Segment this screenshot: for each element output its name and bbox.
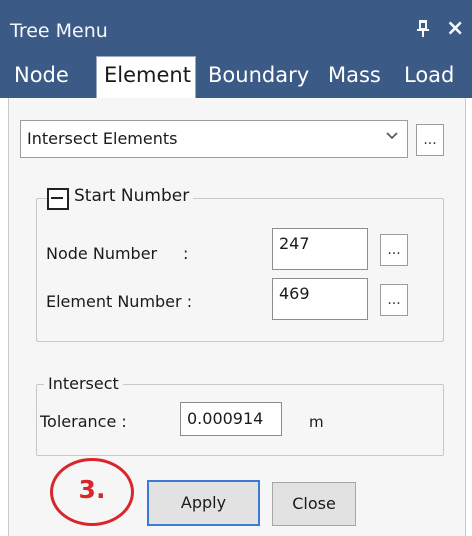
tab-element[interactable]: Element (104, 63, 191, 87)
apply-button[interactable]: Apply (147, 480, 260, 526)
tolerance-field[interactable]: 0.000914 (180, 402, 282, 436)
element-number-field[interactable]: 469 (272, 278, 368, 320)
tab-load[interactable]: Load (404, 63, 454, 87)
close-icon[interactable]: × (446, 16, 464, 41)
function-more-button[interactable]: ... (416, 124, 444, 156)
element-number-more-button[interactable]: ... (380, 284, 408, 316)
start-number-title: Start Number (70, 186, 194, 206)
collapse-minus-icon (51, 197, 63, 199)
node-number-label: Node Number (46, 244, 158, 263)
collapse-toggle-icon[interactable] (47, 188, 69, 210)
tab-node[interactable]: Node (14, 63, 69, 87)
close-button[interactable]: Close (272, 482, 356, 526)
node-number-more-button[interactable]: ... (380, 234, 408, 266)
tab-mass[interactable]: Mass (328, 63, 381, 87)
element-number-label: Element Number : (46, 292, 193, 311)
tab-boundary[interactable]: Boundary (208, 63, 309, 87)
node-number-field[interactable]: 247 (272, 228, 368, 270)
chevron-down-icon[interactable] (386, 129, 398, 145)
pin-icon[interactable] (416, 18, 436, 42)
window-title: Tree Menu (10, 20, 108, 42)
start-number-group (36, 198, 444, 342)
tolerance-label: Tolerance : (40, 412, 127, 431)
node-number-colon: : (183, 244, 189, 263)
intersect-title: Intersect (44, 374, 123, 393)
tolerance-unit: m (309, 413, 324, 431)
step-callout-label: 3. (78, 475, 106, 504)
function-select-value: Intersect Elements (27, 129, 178, 148)
